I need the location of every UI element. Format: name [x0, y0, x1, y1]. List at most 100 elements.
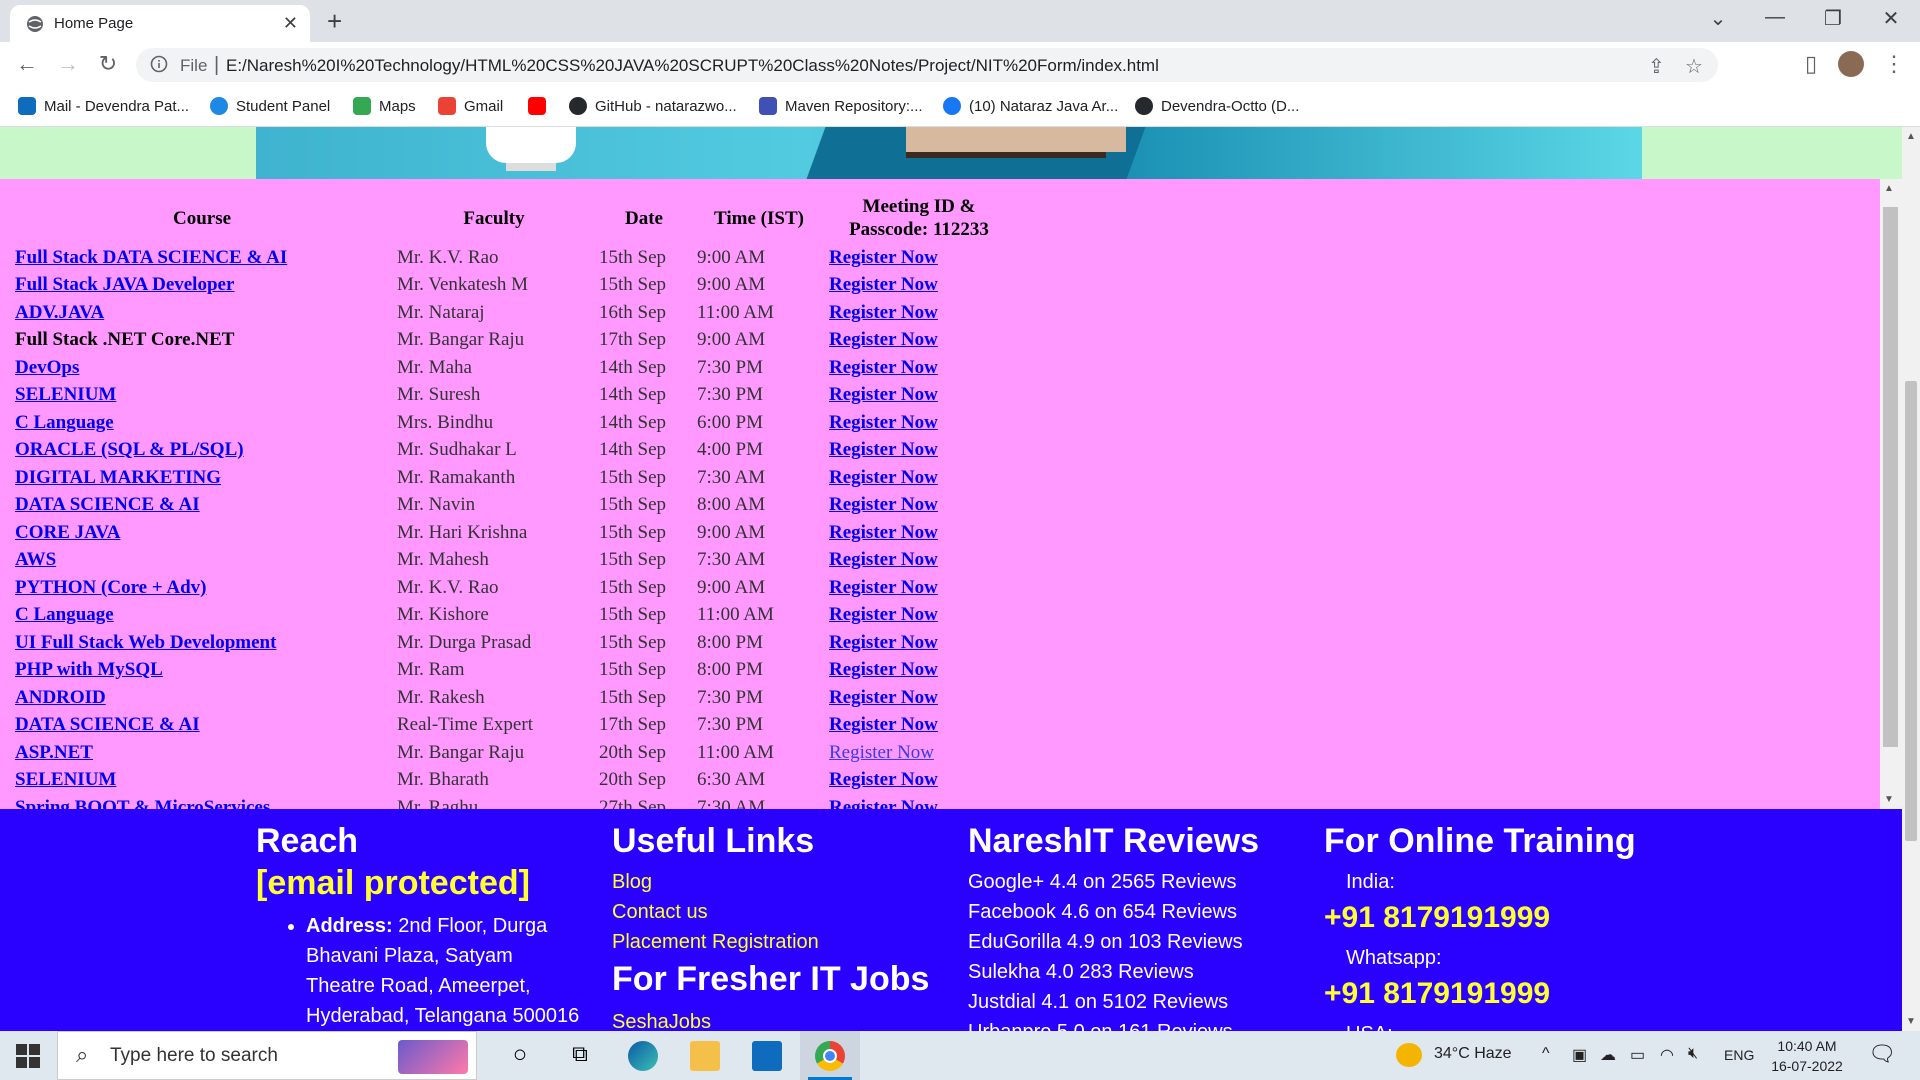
register-now-link[interactable]: Register Now — [829, 769, 938, 790]
profile-avatar[interactable] — [1838, 51, 1864, 77]
bookmark-item[interactable]: Mail - Devendra Pat... — [18, 97, 189, 115]
bookmark-item[interactable]: GitHub - natarazwo... — [569, 97, 737, 115]
register-now-link[interactable]: Register Now — [829, 357, 938, 378]
register-now-link[interactable]: Register Now — [829, 687, 938, 708]
page-scrollbar[interactable]: ▲ ▼ — [1902, 127, 1920, 1031]
back-icon[interactable]: ← — [13, 51, 41, 77]
edge-icon[interactable] — [628, 1041, 658, 1071]
register-now-link[interactable]: Register Now — [829, 714, 938, 735]
course-link[interactable]: ANDROID — [15, 687, 106, 708]
url-text[interactable]: E:/Naresh%20I%20Technology/HTML%20CSS%20… — [226, 56, 1159, 76]
register-now-link[interactable]: Register Now — [829, 742, 934, 763]
course-link[interactable]: DIGITAL MARKETING — [15, 467, 221, 488]
register-now-link[interactable]: Register Now — [829, 384, 938, 405]
course-link[interactable]: DATA SCIENCE & AI — [15, 714, 200, 735]
register-now-link[interactable]: Register Now — [829, 247, 938, 268]
tab-search-icon[interactable]: ⌄ — [1703, 6, 1733, 31]
weather-text[interactable]: 34°C Haze — [1434, 1045, 1512, 1063]
weather-icon[interactable] — [1396, 1043, 1422, 1067]
new-tab-icon[interactable]: + — [327, 6, 342, 37]
language-indicator[interactable]: ENG — [1724, 1047, 1754, 1063]
course-link[interactable]: SELENIUM — [15, 384, 116, 405]
schedule-scrollbar[interactable]: ▲ ▼ — [1880, 179, 1902, 809]
bookmark-item[interactable]: Maven Repository:... — [759, 97, 923, 115]
course-link[interactable]: SELENIUM — [15, 769, 116, 790]
whatsapp-phone[interactable]: +91 8179191999 — [1324, 973, 1684, 1015]
side-panel-icon[interactable]: ▯ — [1797, 51, 1825, 77]
reload-icon[interactable]: ↻ — [94, 51, 122, 77]
course-link[interactable]: AWS — [15, 549, 56, 570]
share-icon[interactable]: ⇪ — [1648, 54, 1665, 79]
seshajobs-link[interactable]: SeshaJobs — [612, 1007, 932, 1031]
register-now-link[interactable]: Register Now — [829, 302, 938, 323]
course-link[interactable]: DevOps — [15, 357, 79, 378]
course-link[interactable]: Full Stack JAVA Developer — [15, 274, 234, 295]
register-now-link[interactable]: Register Now — [829, 439, 938, 460]
tray-chevron-icon[interactable]: ^ — [1542, 1045, 1550, 1063]
notifications-icon[interactable]: 🗨︎ — [1868, 1041, 1896, 1067]
onedrive-icon[interactable]: ☁ — [1600, 1045, 1616, 1065]
register-now-link[interactable]: Register Now — [829, 577, 938, 598]
register-now-link[interactable]: Register Now — [829, 659, 938, 680]
page-scrollbar-thumb[interactable] — [1905, 381, 1917, 841]
restore-icon[interactable]: ❐ — [1818, 6, 1848, 31]
course-link[interactable]: DATA SCIENCE & AI — [15, 494, 200, 515]
bookmark-item[interactable]: Devendra-Octto (D... — [1135, 97, 1299, 115]
register-now-link[interactable]: Register Now — [829, 522, 938, 543]
course-link[interactable]: C Language — [15, 412, 114, 433]
bookmark-item[interactable]: Gmail — [438, 97, 503, 115]
clock[interactable]: 10:40 AM 16-07-2022 — [1770, 1036, 1844, 1076]
info-icon[interactable] — [150, 55, 168, 73]
chrome-taskbar-button[interactable] — [800, 1031, 860, 1080]
register-now-link[interactable]: Register Now — [829, 274, 938, 295]
register-now-link[interactable]: Register Now — [829, 412, 938, 433]
volume-muted-icon[interactable]: 🔇︎ — [1688, 1045, 1698, 1063]
blog-link[interactable]: Blog — [612, 867, 932, 897]
register-now-link[interactable]: Register Now — [829, 467, 938, 488]
bookmark-star-icon[interactable]: ☆ — [1685, 54, 1703, 79]
bookmark-item[interactable]: (10) Nataraz Java Ar... — [943, 97, 1118, 115]
bookmark-item[interactable]: Maps — [353, 97, 416, 115]
close-tab-icon[interactable]: ✕ — [283, 13, 298, 34]
course-link[interactable]: CORE JAVA — [15, 522, 120, 543]
register-now-link[interactable]: Register Now — [829, 604, 938, 625]
meet-now-icon[interactable]: ▣ — [1572, 1045, 1587, 1065]
mail-icon[interactable] — [752, 1041, 782, 1071]
register-now-link[interactable]: Register Now — [829, 329, 938, 350]
minimize-icon[interactable]: — — [1760, 6, 1790, 29]
register-now-link[interactable]: Register Now — [829, 549, 938, 570]
register-now-link[interactable]: Register Now — [829, 797, 938, 809]
windows-start-icon[interactable] — [16, 1044, 40, 1068]
india-phone[interactable]: +91 8179191999 — [1324, 897, 1684, 939]
online-training-heading: For Online Training — [1324, 822, 1636, 860]
register-now-link[interactable]: Register Now — [829, 632, 938, 653]
bookmark-item[interactable] — [528, 97, 546, 115]
course-link[interactable]: C Language — [15, 604, 114, 625]
bookmark-item[interactable]: Student Panel — [210, 97, 330, 115]
forward-icon[interactable]: → — [54, 51, 82, 77]
schedule-scrollbar-thumb[interactable] — [1883, 207, 1898, 747]
course-link[interactable]: UI Full Stack Web Development — [15, 632, 276, 653]
reach-email[interactable]: [email protected] — [256, 863, 586, 903]
course-link[interactable]: Spring BOOT & MicroServices — [15, 797, 270, 809]
course-link[interactable]: ORACLE (SQL & PL/SQL) — [15, 439, 244, 460]
contact-us-link[interactable]: Contact us — [612, 897, 932, 927]
battery-icon[interactable]: ▭ — [1630, 1045, 1645, 1065]
browser-tab[interactable]: Home Page ✕ — [10, 5, 310, 42]
address-bar[interactable]: File | E:/Naresh%20I%20Technology/HTML%2… — [136, 48, 1718, 82]
course-link[interactable]: ADV.JAVA — [15, 302, 104, 323]
browser-tab-strip: Home Page ✕ + ⌄ — ❐ ✕ — [0, 0, 1920, 42]
menu-icon[interactable]: ⋮ — [1880, 51, 1908, 77]
register-now-link[interactable]: Register Now — [829, 494, 938, 515]
placement-registration-link[interactable]: Placement Registration — [612, 927, 932, 957]
course-link[interactable]: ASP.NET — [15, 742, 93, 763]
file-explorer-icon[interactable] — [690, 1041, 720, 1071]
course-link[interactable]: PYTHON (Core + Adv) — [15, 577, 207, 598]
close-window-icon[interactable]: ✕ — [1876, 6, 1906, 31]
task-view-icon[interactable]: ⧉ — [565, 1041, 595, 1071]
course-link[interactable]: PHP with MySQL — [15, 659, 163, 680]
course-link[interactable]: Full Stack DATA SCIENCE & AI — [15, 247, 287, 268]
taskbar-search-box[interactable]: ⌕ Type here to search — [57, 1031, 477, 1080]
cortana-icon[interactable]: ○ — [505, 1041, 535, 1071]
wifi-icon[interactable]: ◠ — [1660, 1045, 1674, 1065]
